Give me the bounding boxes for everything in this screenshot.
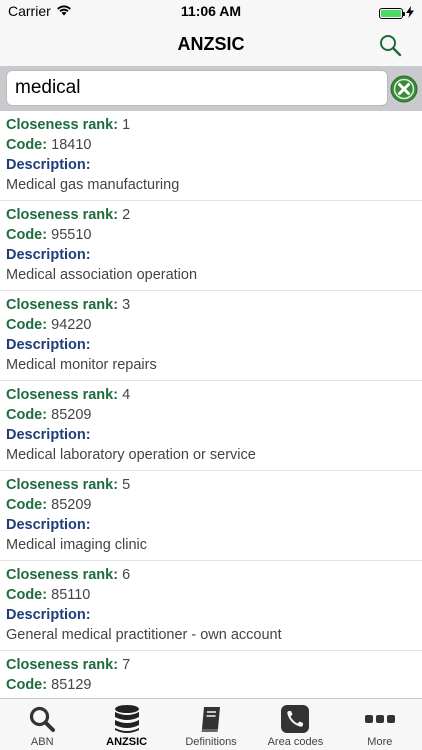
closeness-rank-line: Closeness rank: 7: [6, 655, 416, 675]
tab-definitions[interactable]: Definitions: [169, 699, 253, 750]
results-list[interactable]: Closeness rank: 1 Code: 18410 Description:…: [0, 111, 422, 698]
code-label: Code:: [6, 587, 48, 603]
code-label: Code:: [6, 317, 48, 333]
search-bar: [0, 66, 422, 111]
description-value: General medical practitioner - own accou…: [6, 627, 282, 643]
description-value: Medical imaging clinic: [6, 537, 148, 553]
tab-more[interactable]: More: [338, 699, 422, 750]
closeness-rank-value: 7: [122, 657, 131, 673]
book-icon: [196, 704, 226, 734]
code-label: Code:: [6, 497, 48, 513]
description-label: Description:: [6, 157, 91, 173]
closeness-rank-line: Closeness rank: 3: [6, 295, 416, 315]
code-line: Code: 85209: [6, 405, 416, 425]
tab-label: ANZSIC: [106, 736, 148, 748]
code-label: Code:: [6, 227, 48, 243]
closeness-rank-label: Closeness rank:: [6, 477, 119, 493]
closeness-rank-value: 4: [122, 387, 131, 403]
closeness-rank-value: 1: [122, 117, 131, 133]
list-item[interactable]: Closeness rank: 5 Code: 85209 Description:…: [0, 471, 422, 561]
code-value: 18410: [51, 137, 92, 153]
description-value: Medical gas manufacturing: [6, 177, 180, 193]
tab-anzsic[interactable]: ANZSIC: [84, 699, 168, 750]
code-line: Code: 85129: [6, 675, 416, 695]
code-value: 85110: [51, 587, 91, 603]
database-icon: [112, 704, 142, 734]
closeness-rank-line: Closeness rank: 6: [6, 565, 416, 585]
code-value: 85209: [51, 407, 92, 423]
status-time: 11:06 AM: [180, 3, 242, 19]
description-value: Medical monitor repairs: [6, 357, 157, 373]
code-line: Code: 85209: [6, 495, 416, 515]
description-label: Description:: [6, 517, 91, 533]
status-bar: Carrier 11:06 AM: [0, 0, 422, 22]
tab-area-codes[interactable]: Area codes: [253, 699, 337, 750]
code-value: 85129: [51, 677, 92, 693]
tab-label: More: [367, 736, 393, 748]
code-value: 85209: [51, 497, 92, 513]
closeness-rank-value: 3: [122, 297, 131, 313]
battery-icon: [379, 7, 405, 19]
closeness-rank-value: 5: [122, 477, 131, 493]
closeness-rank-label: Closeness rank:: [6, 567, 119, 583]
app-screen: Carrier 11:06 AM ANZSIC medical Closenes…: [0, 0, 422, 750]
description-label: Description:: [6, 337, 91, 353]
closeness-rank-line: Closeness rank: 5: [6, 475, 416, 495]
description-label: Description:: [6, 427, 91, 443]
code-line: Code: 18410: [6, 135, 416, 155]
battery-fill: [381, 9, 401, 17]
list-item[interactable]: Closeness rank: 4 Code: 85209 Description:…: [0, 381, 422, 471]
list-item[interactable]: Closeness rank: 7Code: 85129Description:: [0, 651, 422, 698]
closeness-rank-label: Closeness rank:: [6, 387, 119, 403]
clear-icon: [390, 75, 418, 103]
clear-search-button[interactable]: [390, 75, 418, 103]
tab-abn[interactable]: ABN: [0, 699, 84, 750]
tab-label: Area codes: [267, 736, 324, 748]
list-item[interactable]: Closeness rank: 6 Code: 85110 Description:…: [0, 561, 422, 651]
description-value: Medical association operation: [6, 267, 198, 283]
code-label: Code:: [6, 407, 48, 423]
code-value: 94220: [51, 317, 92, 333]
closeness-rank-line: Closeness rank: 2: [6, 205, 416, 225]
more-icon: [364, 704, 395, 734]
description-label: Description:: [6, 247, 91, 263]
tab-bar: ABN ANZSIC Definitions Area codes More: [0, 698, 422, 750]
code-label: Code:: [6, 677, 48, 693]
battery-indicator: [379, 5, 414, 21]
closeness-rank-label: Closeness rank:: [6, 207, 119, 223]
code-line: Code: 95510: [6, 225, 416, 245]
code-label: Code:: [6, 137, 48, 153]
closeness-rank-label: Closeness rank:: [6, 657, 119, 673]
closeness-rank-label: Closeness rank:: [6, 297, 119, 313]
tab-label: Definitions: [185, 736, 237, 748]
navigation-bar: ANZSIC: [0, 22, 422, 66]
phone-icon: [280, 704, 310, 734]
code-line: Code: 94220: [6, 315, 416, 335]
description-label: Description:: [6, 607, 91, 623]
charging-bolt-icon: [406, 5, 414, 21]
list-item[interactable]: Closeness rank: 3 Code: 94220 Description:…: [0, 291, 422, 381]
search-icon[interactable]: [378, 33, 402, 57]
closeness-rank-line: Closeness rank: 1: [6, 115, 416, 135]
code-line: Code: 85110: [6, 585, 416, 605]
page-title: ANZSIC: [177, 34, 245, 54]
closeness-rank-label: Closeness rank:: [6, 117, 119, 133]
description-value: Medical laboratory operation or service: [6, 447, 256, 463]
tab-label: ABN: [30, 736, 54, 748]
closeness-rank-line: Closeness rank: 4: [6, 385, 416, 405]
list-item[interactable]: Closeness rank: 2 Code: 95510 Description:…: [0, 201, 422, 291]
list-item[interactable]: Closeness rank: 1 Code: 18410 Description:…: [0, 111, 422, 201]
search-icon: [27, 704, 57, 734]
closeness-rank-value: 2: [122, 207, 131, 223]
closeness-rank-value: 6: [122, 567, 131, 583]
search-input[interactable]: [6, 70, 388, 106]
code-value: 95510: [51, 227, 92, 243]
